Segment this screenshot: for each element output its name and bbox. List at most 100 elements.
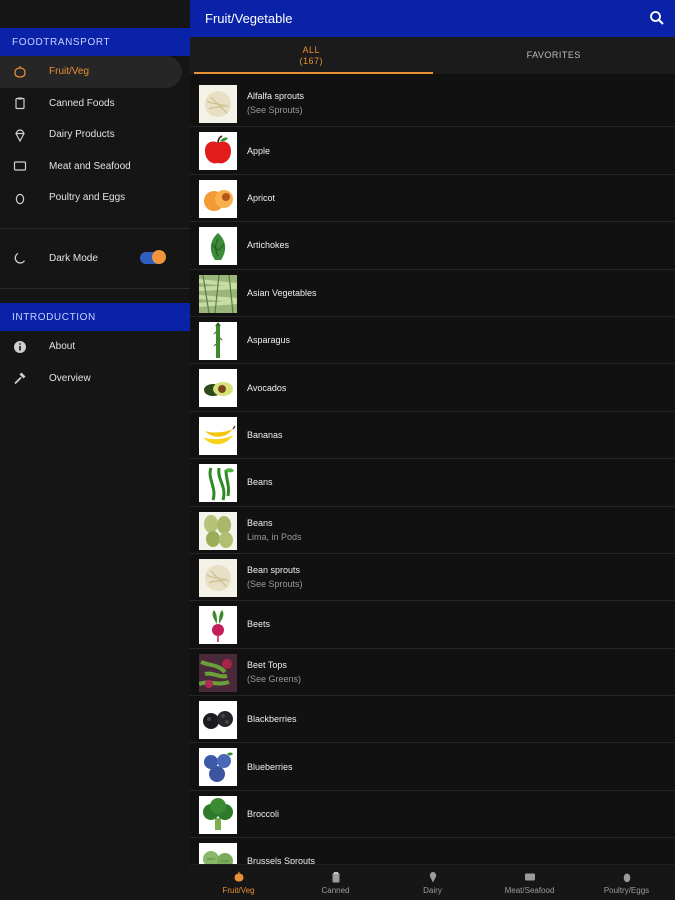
sidebar-item-label: Overview xyxy=(49,372,91,384)
list-item-text: Brussels Sprouts xyxy=(247,856,315,864)
bottom-nav-label: Canned xyxy=(321,885,350,895)
list-item-title: Apple xyxy=(247,145,271,156)
food-thumbnail xyxy=(199,321,237,360)
food-thumbnail xyxy=(199,179,237,218)
sidebar-item-label: Poultry and Eggs xyxy=(49,192,126,204)
list-item[interactable]: Apple xyxy=(190,127,675,175)
list-item[interactable]: Beet Tops (See Greens) xyxy=(190,649,675,697)
list-item-text: Bean sprouts (See Sprouts) xyxy=(247,565,303,589)
sidebar-item-label: Canned Foods xyxy=(49,97,115,109)
food-thumbnail xyxy=(199,416,237,455)
section-header-introduction: INTRODUCTION xyxy=(0,303,190,331)
sidebar-item-label: Meat and Seafood xyxy=(49,160,131,172)
food-thumbnail xyxy=(199,701,237,740)
dark-mode-row[interactable]: Dark Mode xyxy=(0,243,190,275)
food-thumbnail xyxy=(199,795,237,834)
sidebar-item-dairy-products[interactable]: Dairy Products xyxy=(0,119,190,151)
clipboard-icon xyxy=(12,95,28,111)
list-item[interactable]: Blackberries xyxy=(190,696,675,744)
bottom-nav-canned[interactable]: Canned xyxy=(287,865,384,900)
bottom-nav-poultry-eggs[interactable]: Poultry/Eggs xyxy=(578,865,675,900)
list-item-title: Apricot xyxy=(247,192,276,203)
main-content: Fruit/Vegetable ALL (167) FAVORITES Alfa… xyxy=(190,0,675,900)
sidebar-item-overview[interactable]: Overview xyxy=(0,363,190,395)
food-thumbnail xyxy=(199,606,237,645)
sidebar-item-meat-seafood[interactable]: Meat and Seafood xyxy=(0,151,190,183)
divider xyxy=(0,288,190,289)
meat-icon xyxy=(524,873,535,880)
divider xyxy=(0,227,190,229)
list-item[interactable]: Brussels Sprouts xyxy=(190,838,675,864)
list-item-text: Alfalfa sprouts (See Sprouts) xyxy=(247,91,304,115)
sidebar-item-poultry-eggs[interactable]: Poultry and Eggs xyxy=(0,182,190,214)
list-item-title: Beets xyxy=(247,619,271,630)
egg-icon xyxy=(623,873,630,882)
bottom-nav-label: Fruit/Veg xyxy=(222,885,255,895)
list-item[interactable]: Beans Lima, in Pods xyxy=(190,507,675,554)
list-item[interactable]: Alfalfa sprouts (See Sprouts) xyxy=(190,80,675,128)
tab-favorites[interactable]: FAVORITES xyxy=(433,37,675,74)
list-item-text: Beet Tops (See Greens) xyxy=(247,660,301,684)
bottom-nav-meat-seafood[interactable]: Meat/Seafood xyxy=(481,865,578,900)
app-bar: Fruit/Vegetable xyxy=(190,0,675,37)
bottom-nav-fruit-veg[interactable]: Fruit/Veg xyxy=(190,865,287,900)
list-item[interactable]: Bean sprouts (See Sprouts) xyxy=(190,554,675,602)
list-item-title: Beans xyxy=(247,477,273,488)
list-item-text: Blackberries xyxy=(247,714,297,724)
list-item-title: Beet Tops xyxy=(247,659,287,670)
bottom-nav-dairy[interactable]: Dairy xyxy=(384,865,481,900)
sidebar-item-about[interactable]: About xyxy=(0,331,190,363)
list-item-subtitle: Lima, in Pods xyxy=(247,531,302,542)
egg-icon xyxy=(12,190,28,206)
ice-cream-icon xyxy=(12,127,28,143)
list-item-text: Asparagus xyxy=(247,335,290,345)
food-thumbnail xyxy=(199,369,237,408)
food-list[interactable]: Alfalfa sprouts (See Sprouts) Apple Apricot… xyxy=(190,80,675,864)
list-item-text: Avocados xyxy=(247,383,286,393)
list-item[interactable]: Beets xyxy=(190,601,675,649)
food-thumbnail xyxy=(199,85,237,123)
search-icon[interactable] xyxy=(649,10,665,26)
pumpkin-icon xyxy=(234,871,243,881)
pumpkin-icon xyxy=(12,64,28,80)
list-item[interactable]: Artichokes xyxy=(190,222,675,270)
tab-all[interactable]: ALL (167) xyxy=(190,37,433,74)
sidebar-item-fruit-veg[interactable]: Fruit/Veg xyxy=(0,56,182,88)
list-item-subtitle: (See Sprouts) xyxy=(247,579,303,590)
list-item-text: Apricot xyxy=(247,193,275,203)
list-item-text: Beans Lima, in Pods xyxy=(247,518,302,542)
bottom-navigation: Fruit/Veg Canned Dairy Meat/Seafood Poul… xyxy=(190,864,675,900)
list-item-title: Beans xyxy=(247,517,273,528)
tab-bar: ALL (167) FAVORITES xyxy=(190,37,675,74)
list-item[interactable]: Beans xyxy=(190,459,675,507)
sidebar-item-label: Fruit/Veg xyxy=(49,66,90,78)
list-item-title: Avocados xyxy=(247,382,287,393)
list-item[interactable]: Blueberries xyxy=(190,743,675,791)
food-thumbnail xyxy=(199,132,237,171)
list-item[interactable]: Bananas xyxy=(190,412,675,460)
sidebar-item-label: About xyxy=(49,341,76,353)
list-item-text: Blueberries xyxy=(247,762,293,772)
section-header-foodtransport: FOODTRANSPORT xyxy=(0,28,190,56)
list-item[interactable]: Apricot xyxy=(190,175,675,223)
list-item-text: Artichokes xyxy=(247,240,289,250)
page-title: Fruit/Vegetable xyxy=(205,11,293,26)
tab-label: FAVORITES xyxy=(526,50,581,60)
tab-indicator xyxy=(194,72,433,74)
list-item-title: Asparagus xyxy=(247,335,291,346)
food-thumbnail xyxy=(199,227,237,266)
food-thumbnail xyxy=(199,653,237,692)
list-item[interactable]: Avocados xyxy=(190,364,675,412)
clipboard-icon xyxy=(332,871,339,882)
list-item[interactable]: Asian Vegetables xyxy=(190,270,675,317)
list-item-title: Bananas xyxy=(247,429,283,440)
sidebar-item-label: Dairy Products xyxy=(49,129,115,141)
food-thumbnail xyxy=(199,511,237,550)
list-item[interactable]: Broccoli xyxy=(190,791,675,839)
sidebar-item-canned-foods[interactable]: Canned Foods xyxy=(0,88,190,120)
moon-icon xyxy=(12,250,28,266)
info-icon xyxy=(12,339,28,355)
bottom-nav-label: Poultry/Eggs xyxy=(603,885,650,895)
dark-mode-toggle[interactable] xyxy=(140,250,166,265)
list-item[interactable]: Asparagus xyxy=(190,317,675,365)
